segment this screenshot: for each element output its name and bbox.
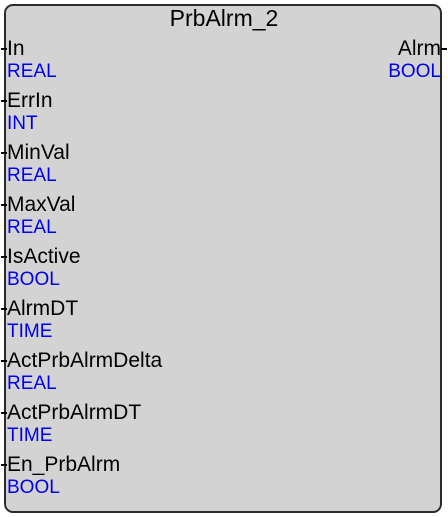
pin-type: TIME [7, 425, 53, 446]
pin-name: En_PrbAlrm [7, 453, 121, 476]
input-pin-actprbalrmdt[interactable]: ActPrbAlrmDT TIME [7, 401, 207, 447]
input-pin-en-prbalrm[interactable]: En_PrbAlrm BOOL [7, 453, 207, 499]
pin-name: MaxVal [7, 193, 76, 216]
input-pin-errin[interactable]: ErrIn INT [7, 89, 207, 135]
block-title: PrbAlrm_2 [169, 5, 279, 31]
input-pin-maxval[interactable]: MaxVal REAL [7, 193, 207, 239]
pin-name: ErrIn [7, 89, 53, 112]
input-pin-isactive[interactable]: IsActive BOOL [7, 245, 207, 291]
pin-name: ActPrbAlrmDT [7, 401, 142, 424]
input-pin-alrmdt[interactable]: AlrmDT TIME [7, 297, 207, 343]
input-pin-in[interactable]: In REAL [7, 37, 207, 83]
pin-name: MinVal [7, 141, 70, 164]
pin-name: ActPrbAlrmDelta [7, 349, 163, 372]
pin-type: REAL [7, 61, 57, 82]
pin-type: BOOL [388, 61, 441, 82]
pin-type: REAL [7, 373, 57, 394]
pin-name: Alrm [397, 37, 441, 60]
pin-type: TIME [7, 321, 53, 342]
input-pin-minval[interactable]: MinVal REAL [7, 141, 207, 187]
pin-type: REAL [7, 217, 57, 238]
pin-type: REAL [7, 165, 57, 186]
pin-connector-alrm[interactable] [441, 48, 447, 50]
pin-type: BOOL [7, 269, 60, 290]
pin-name: In [7, 37, 25, 60]
pin-name: IsActive [7, 245, 81, 268]
pin-type: INT [7, 113, 38, 134]
pin-type: BOOL [7, 477, 60, 498]
input-pin-actprbalrmdelta[interactable]: ActPrbAlrmDelta REAL [7, 349, 207, 395]
output-pin-alrm[interactable]: Alrm BOOL [241, 37, 441, 83]
pin-name: AlrmDT [7, 297, 79, 320]
